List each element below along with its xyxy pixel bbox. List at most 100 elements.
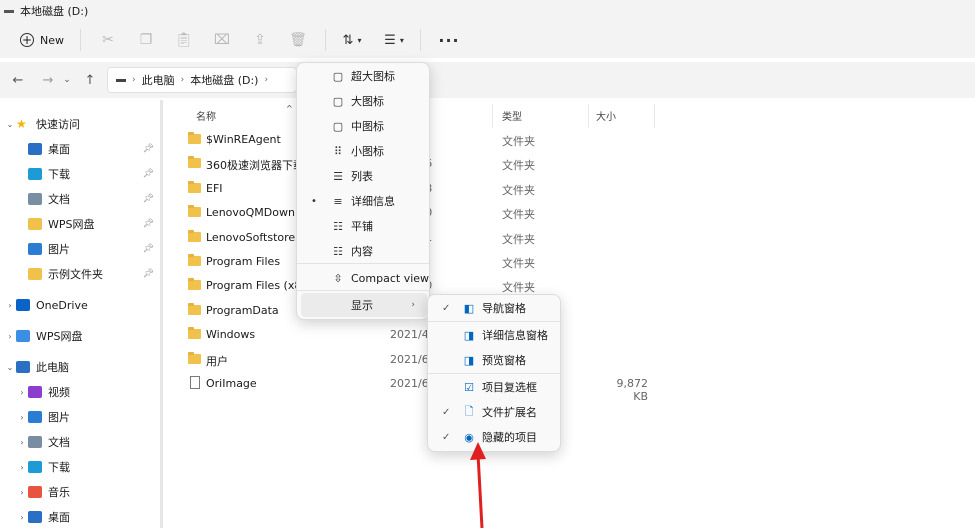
new-button[interactable]: + New <box>12 26 72 54</box>
sidebar-item[interactable]: › 音乐 <box>0 480 162 504</box>
chevron-down-icon[interactable]: ⌄ <box>4 363 16 372</box>
column-divider[interactable] <box>492 104 493 128</box>
folder-icon <box>188 229 201 242</box>
more-icon[interactable]: ··· <box>429 26 469 54</box>
breadcrumb-separator-icon: › <box>180 75 185 85</box>
sidebar-item-label: 音乐 <box>48 486 70 499</box>
view-menu-item[interactable]: ☷ 平铺 <box>301 214 427 238</box>
item-checkbox-icon: ☑ <box>464 380 474 394</box>
view-menu-item[interactable]: ▢ 大图标 <box>301 89 427 113</box>
column-divider[interactable] <box>654 104 655 128</box>
documents-icon <box>28 193 42 205</box>
view-menu-item[interactable]: ⠿ 小图标 <box>301 139 427 163</box>
sidebar-item[interactable]: WPS网盘 📌︎ <box>0 212 162 236</box>
view-menu-item[interactable]: ▢ 超大图标 <box>301 64 427 88</box>
address-bar[interactable]: › 此电脑 › 本地磁盘 (D:) › <box>107 67 297 93</box>
column-header-name[interactable]: 名称 <box>196 108 216 126</box>
view-menu-item[interactable]: ☰ 列表 <box>301 164 427 188</box>
chevron-down-icon[interactable]: ⌄ <box>4 120 16 129</box>
pin-icon: 📌︎ <box>142 144 154 154</box>
file-name: LenovoSoftstore <box>206 230 296 244</box>
sidebar-item[interactable]: 图片 📌︎ <box>0 237 162 261</box>
file-row[interactable]: EFI6 17:18文件夹 <box>186 177 886 201</box>
delete-icon[interactable]: 🗑︎ <box>279 26 317 54</box>
folder-icon <box>188 302 201 315</box>
show-submenu-item-label: 项目复选框 <box>482 381 537 394</box>
view-button[interactable]: ☰ ▾ <box>376 26 412 54</box>
sidebar-item[interactable]: › 桌面 <box>0 505 162 528</box>
show-submenu-item[interactable]: ◨ 预览窗格 <box>432 348 558 372</box>
pin-icon: 📌︎ <box>142 244 154 254</box>
sidebar-item[interactable]: › OneDrive <box>0 293 162 317</box>
chevron-right-icon[interactable]: › <box>16 488 28 497</box>
view-menu-item[interactable]: • ≡ 详细信息 <box>301 189 427 213</box>
sidebar-item[interactable]: ⌄ 此电脑 <box>0 355 162 379</box>
view-menu-item[interactable]: ▢ 中图标 <box>301 114 427 138</box>
column-divider[interactable] <box>588 104 589 128</box>
videos-icon <box>28 386 42 398</box>
sidebar-item[interactable]: 示例文件夹 📌︎ <box>0 262 162 286</box>
chevron-right-icon[interactable]: › <box>16 513 28 522</box>
show-submenu-item[interactable]: ◨ 详细信息窗格 <box>432 323 558 347</box>
list-icon: ☰ <box>333 169 343 183</box>
navigation-pane-scrollbar[interactable] <box>160 100 163 528</box>
forward-arrow-icon[interactable]: → <box>36 68 60 92</box>
chevron-right-icon[interactable]: › <box>4 301 16 310</box>
menu-divider <box>428 373 560 374</box>
column-header-type[interactable]: 类型 <box>502 108 522 126</box>
breadcrumb-this-pc[interactable]: 此电脑 <box>142 72 175 88</box>
view-menu-item[interactable]: ⇳ Compact view <box>301 266 429 290</box>
rename-icon[interactable]: ⌧ <box>203 26 241 54</box>
sidebar-item[interactable]: 桌面 📌︎ <box>0 137 162 161</box>
folder-icon <box>28 218 42 230</box>
up-arrow-icon[interactable]: ↑ <box>78 68 102 92</box>
sidebar-item[interactable]: › 文档 <box>0 430 162 454</box>
file-extension-icon: 🗋 <box>464 404 474 418</box>
file-row[interactable]: 360极速浏览器下载3 17:26文件夹 <box>186 152 886 176</box>
sort-button[interactable]: ⇅ ▾ <box>334 26 370 54</box>
view-menu-item-label: 小图标 <box>351 145 384 158</box>
toolbar-divider <box>80 29 81 51</box>
show-submenu-item[interactable]: ☑ 项目复选框 <box>432 375 558 399</box>
view-menu-show[interactable]: 显示 › <box>301 293 427 317</box>
menu-divider <box>297 290 429 291</box>
sidebar-item[interactable]: 文档 📌︎ <box>0 187 162 211</box>
chevron-right-icon[interactable]: › <box>16 388 28 397</box>
file-row[interactable]: $WinREAgent2:15文件夹 <box>186 128 886 152</box>
desktop-icon <box>28 143 42 155</box>
show-submenu-item[interactable]: ✓ 🗋 文件扩展名 <box>432 400 558 424</box>
column-header-size[interactable]: 大小 <box>596 108 616 126</box>
file-row[interactable]: Program Files2:41文件夹 <box>186 250 886 274</box>
chevron-right-icon[interactable]: › <box>16 463 28 472</box>
show-submenu-item[interactable]: ✓ ◧ 导航窗格 <box>432 296 558 320</box>
chevron-right-icon[interactable]: › <box>4 332 16 341</box>
sidebar-item[interactable]: › 图片 <box>0 405 162 429</box>
sidebar-item-label: 视频 <box>48 386 70 399</box>
sidebar-item[interactable]: 下载 📌︎ <box>0 162 162 186</box>
view-menu-item[interactable]: ☷ 内容 <box>301 239 427 263</box>
file-name: 360极速浏览器下载 <box>206 159 304 173</box>
sidebar-item-label: 下载 <box>48 461 70 474</box>
navigation-pane-icon: ◧ <box>463 301 475 315</box>
sidebar-item[interactable]: › 视频 <box>0 380 162 404</box>
sidebar-item[interactable]: › 下载 <box>0 455 162 479</box>
file-row[interactable]: LenovoQMDownload6 19:40文件夹 <box>186 201 886 225</box>
pictures-icon <box>28 411 42 423</box>
cloud-icon <box>16 299 30 311</box>
copy-icon[interactable]: ❐ <box>127 26 165 54</box>
breadcrumb-drive[interactable]: 本地磁盘 (D:) <box>190 72 258 88</box>
new-label: New <box>40 33 64 47</box>
chevron-right-icon[interactable]: › <box>16 413 28 422</box>
cut-icon[interactable]: ✂ <box>89 26 127 54</box>
drive-icon <box>4 9 14 13</box>
chevron-right-icon[interactable]: › <box>16 438 28 447</box>
file-row[interactable]: LenovoSoftstore6 23:31文件夹 <box>186 226 886 250</box>
show-submenu-item-label: 详细信息窗格 <box>482 329 548 342</box>
back-arrow-icon[interactable]: ← <box>6 68 30 92</box>
recent-locations-chevron-icon[interactable]: ⌄ <box>60 68 74 92</box>
paste-icon[interactable]: 📋︎ <box>165 26 203 54</box>
share-icon[interactable]: ⇪ <box>241 26 279 54</box>
sidebar-item[interactable]: ⌄ ★ 快速访问 <box>0 112 162 136</box>
sidebar-item[interactable]: › WPS网盘 <box>0 324 162 348</box>
compact-view-icon: ⇳ <box>333 271 343 285</box>
